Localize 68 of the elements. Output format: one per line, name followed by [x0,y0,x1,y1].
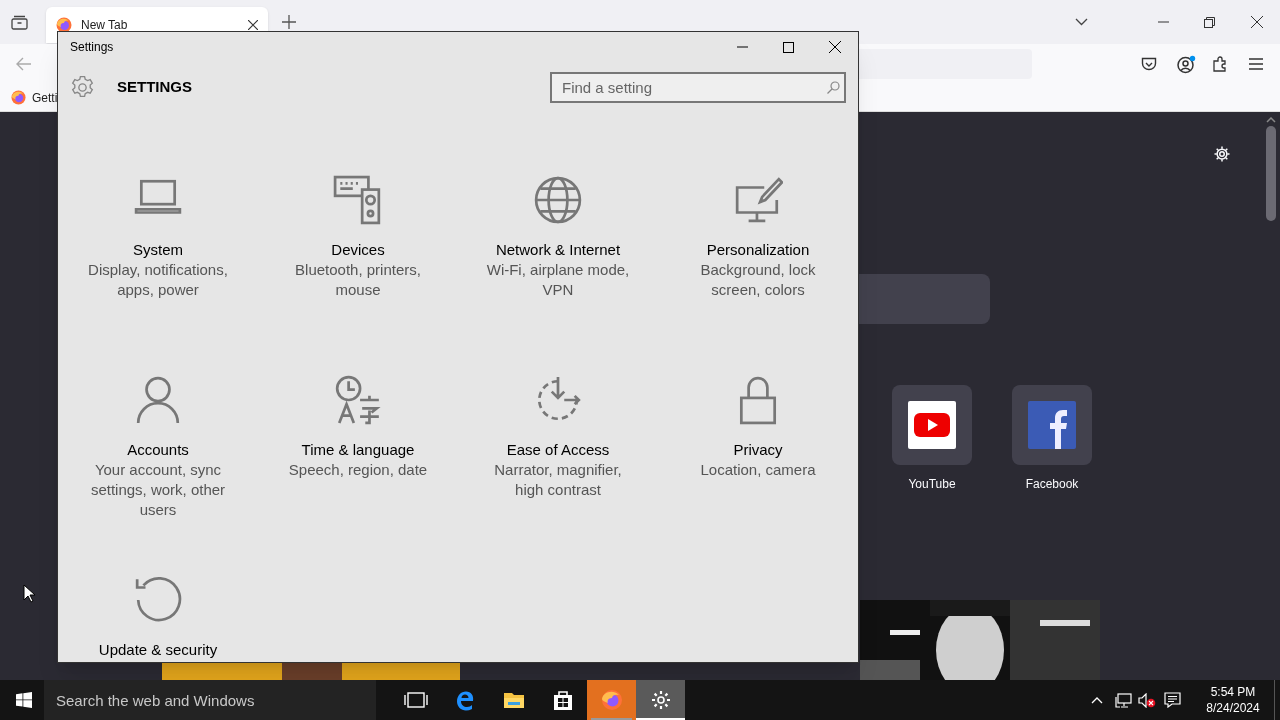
settings-category[interactable]: Update & security [58,575,258,662]
category-description: Narrator, magnifier, high contrast [493,460,623,500]
globe-icon [533,175,583,225]
category-title: Personalization [706,240,810,260]
scrollbar-thumb[interactable] [1266,126,1276,221]
browser-logo-icon [11,90,26,105]
extensions-icon[interactable] [1213,56,1229,72]
category-title: Network & Internet [495,240,621,260]
category-description: Your account, sync settings, work, other users [89,460,227,520]
network-icon[interactable] [1115,692,1132,708]
category-description: Background, lock screen, colors [699,260,817,300]
shortcut-label: YouTube [908,476,956,493]
category-title: Ease of Access [506,440,610,460]
settings-icon[interactable] [1213,145,1231,163]
category-description: Bluetooth, printers, mouse [294,260,422,300]
settings-category[interactable]: Devices Bluetooth, printers, mouse [258,175,458,375]
chevron-up-icon[interactable] [1091,696,1103,704]
category-title: Privacy [733,440,783,460]
category-description: Display, notifications, apps, power [87,260,229,300]
settings-category[interactable]: Privacy Location, camera [658,375,858,575]
taskbar-search-field[interactable]: Search the web and Windows [44,680,376,720]
settings-category[interactable]: Personalization Background, lock screen, colors [658,175,858,375]
taskbar-app-button[interactable] [636,680,685,720]
pocket-icon[interactable] [1141,57,1157,71]
clock-time: 5:54 PM [1210,684,1256,700]
page-heading: SETTINGS [117,76,192,97]
shortcut-label: Facebook [1025,476,1079,493]
windows-logo-icon[interactable] [16,692,32,708]
maximize-icon[interactable] [783,41,794,53]
restore-icon[interactable] [1204,16,1215,28]
category-title: Update & security [98,640,218,660]
new-tab-icon[interactable] [282,15,296,29]
notification-icon[interactable] [1164,692,1181,708]
category-title: Time & language [301,440,415,460]
close-icon[interactable] [1251,16,1263,28]
play-logo-icon [908,401,956,449]
category-description: Wi-Fi, airplane mode, VPN [485,260,631,300]
category-title: Devices [331,240,385,260]
f-logo-icon [1028,401,1076,449]
monitor-brush-icon [733,175,783,225]
bookmark[interactable]: Getti [11,88,58,107]
category-description: Location, camera [699,460,817,480]
scroll-up-icon[interactable] [1266,117,1276,123]
browser-logo-icon [599,688,624,712]
account-icon[interactable] [1177,54,1196,74]
settings-category[interactable]: Accounts Your account, sync settings, work, other users [58,375,258,575]
browser-logo-icon [56,17,72,33]
category-title: System [133,240,183,260]
close-icon[interactable] [248,20,258,30]
mouse-cursor-icon [23,584,35,603]
menu-icon[interactable] [1249,58,1263,70]
settings-category[interactable]: Network & Internet Wi-Fi, airplane mode, VPN [458,175,658,375]
search-icon[interactable] [827,80,840,94]
search-field[interactable]: Find a setting [550,71,846,103]
clock[interactable]: 5:54 PM 8/24/2024 [1198,684,1268,716]
tab-list-icon[interactable] [11,14,28,30]
clock-date: 8/24/2024 [1206,700,1260,716]
category-title: Accounts [127,440,189,460]
keyboard-speaker-icon [333,175,383,225]
clock-letters-icon [333,375,383,425]
muted-speaker-icon[interactable] [1138,692,1156,708]
settings-category[interactable]: Time & language Speech, region, date [258,375,458,575]
settings-category[interactable]: Ease of Access Narrator, magnifier, high contrast [458,375,658,575]
gear-icon [70,74,95,100]
category-description: Speech, region, date [287,460,429,480]
settings-category[interactable]: System Display, notifications, apps, power [58,175,258,375]
close-icon[interactable] [829,41,841,53]
chevron-down-icon[interactable] [1075,18,1088,26]
